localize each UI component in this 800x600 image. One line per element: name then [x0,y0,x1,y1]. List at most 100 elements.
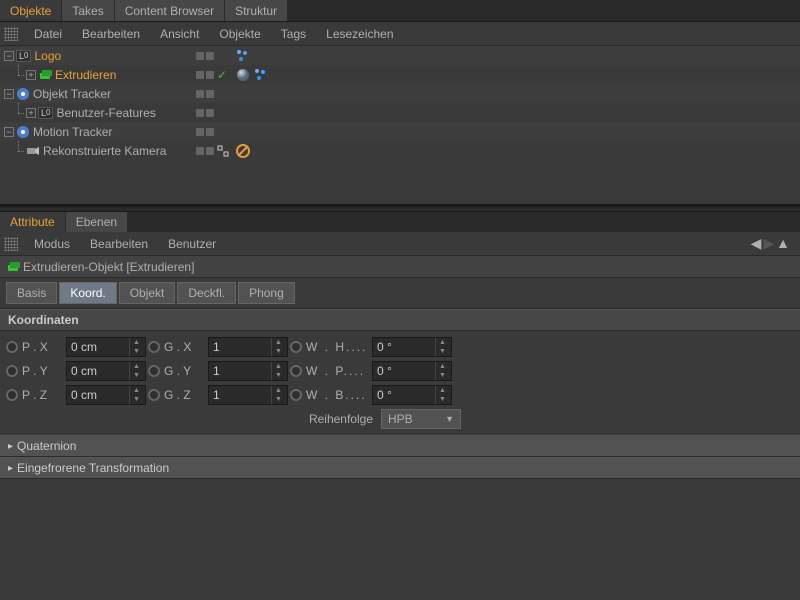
tab-attributes[interactable]: Attribute [0,212,66,232]
menu-edit[interactable]: Bearbeiten [72,23,150,45]
visibility-toggle-render[interactable] [206,128,214,136]
animate-toggle[interactable] [148,341,160,353]
expander-icon[interactable]: − [4,51,14,61]
visibility-toggle-editor[interactable] [196,90,204,98]
input-py[interactable] [67,364,129,378]
tab-takes[interactable]: Takes [62,0,114,21]
tab-structure[interactable]: Struktur [225,0,288,21]
tree-row-logo[interactable]: − L0 Logo [0,46,800,65]
section-quaternion[interactable]: Quaternion [0,435,800,457]
step-down-icon[interactable]: ▼ [130,371,143,380]
animate-toggle[interactable] [290,389,302,401]
menu-file[interactable]: Datei [24,23,72,45]
expander-icon[interactable]: − [4,127,14,137]
step-up-icon[interactable]: ▲ [130,338,143,347]
object-manager-menubar: Datei Bearbeiten Ansicht Objekte Tags Le… [0,22,800,46]
step-down-icon[interactable]: ▼ [272,395,285,404]
step-up-icon[interactable]: ▲ [272,386,285,395]
subtab-basis[interactable]: Basis [6,282,57,304]
input-wb[interactable] [373,388,435,402]
tree-label[interactable]: Extrudieren [55,68,116,82]
select-rotation-order[interactable]: HPB ▼ [381,409,461,429]
step-up-icon[interactable]: ▲ [436,386,449,395]
step-up-icon[interactable]: ▲ [130,386,143,395]
expander-icon[interactable]: − [4,89,14,99]
animate-toggle[interactable] [6,341,18,353]
input-wp[interactable] [373,364,435,378]
menu-edit[interactable]: Bearbeiten [80,233,158,255]
deny-icon[interactable] [236,144,250,158]
animate-toggle[interactable] [290,365,302,377]
visibility-toggle-editor[interactable] [196,52,204,60]
grip-icon[interactable] [4,237,18,251]
visibility-toggle-editor[interactable] [196,128,204,136]
subtab-phong[interactable]: Phong [238,282,295,304]
animate-toggle[interactable] [6,389,18,401]
visibility-toggle-editor[interactable] [196,109,204,117]
step-down-icon[interactable]: ▼ [436,371,449,380]
tree-label[interactable]: Logo [34,49,61,63]
step-up-icon[interactable]: ▲ [436,362,449,371]
visibility-toggle-editor[interactable] [196,71,204,79]
subtab-object[interactable]: Objekt [119,282,176,304]
subtab-coord[interactable]: Koord. [59,282,116,304]
tag-icon[interactable] [236,49,250,63]
sphere-tag-icon[interactable] [236,68,250,82]
tree-row-extrudieren[interactable]: + Extrudieren ✓ [0,65,800,84]
menu-bookmarks[interactable]: Lesezeichen [316,23,403,45]
expander-icon[interactable]: + [26,70,36,80]
step-down-icon[interactable]: ▼ [130,347,143,356]
nav-back-icon[interactable]: ◀ [751,235,762,252]
input-px[interactable] [67,340,129,354]
menu-tags[interactable]: Tags [271,23,316,45]
target-icon[interactable] [216,144,230,158]
animate-toggle[interactable] [290,341,302,353]
step-up-icon[interactable]: ▲ [130,362,143,371]
menu-mode[interactable]: Modus [24,233,80,255]
expander-icon[interactable]: + [26,108,36,118]
menu-user[interactable]: Benutzer [158,233,226,255]
visibility-toggle-render[interactable] [206,71,214,79]
step-up-icon[interactable]: ▲ [436,338,449,347]
tab-layers[interactable]: Ebenen [66,212,128,232]
step-down-icon[interactable]: ▼ [436,347,449,356]
check-icon[interactable]: ✓ [216,69,228,81]
step-down-icon[interactable]: ▼ [436,395,449,404]
step-down-icon[interactable]: ▼ [272,371,285,380]
animate-toggle[interactable] [148,389,160,401]
tree-label[interactable]: Motion Tracker [33,125,112,139]
visibility-toggle-render[interactable] [206,52,214,60]
tree-row-object-tracker[interactable]: − Objekt Tracker [0,84,800,103]
tree-row-motion-tracker[interactable]: − Motion Tracker [0,122,800,141]
tab-objects[interactable]: Objekte [0,0,62,21]
visibility-toggle-render[interactable] [206,147,214,155]
visibility-toggle-editor[interactable] [196,147,204,155]
grip-icon[interactable] [4,27,18,41]
step-down-icon[interactable]: ▼ [130,395,143,404]
animate-toggle[interactable] [148,365,160,377]
input-pz[interactable] [67,388,129,402]
input-gy[interactable] [209,364,271,378]
tree-label[interactable]: Objekt Tracker [33,87,111,101]
input-gx[interactable] [209,340,271,354]
input-wh[interactable] [373,340,435,354]
step-up-icon[interactable]: ▲ [272,362,285,371]
tag-icon[interactable] [254,68,268,82]
tree-label[interactable]: Benutzer-Features [56,106,155,120]
menu-objects[interactable]: Objekte [209,23,270,45]
subtab-caps[interactable]: Deckfl. [177,282,236,304]
step-down-icon[interactable]: ▼ [272,347,285,356]
input-gz[interactable] [209,388,271,402]
visibility-toggle-render[interactable] [206,109,214,117]
section-frozen-transform[interactable]: Eingefrorene Transformation [0,457,800,479]
nav-up-icon[interactable]: ▲ [776,235,790,252]
nav-forward-icon[interactable]: ▶ [763,235,774,252]
menu-view[interactable]: Ansicht [150,23,209,45]
tree-row-reconstructed-camera[interactable]: Rekonstruierte Kamera [0,141,800,160]
visibility-toggle-render[interactable] [206,90,214,98]
animate-toggle[interactable] [6,365,18,377]
tree-row-user-features[interactable]: + L0 Benutzer-Features [0,103,800,122]
tree-label[interactable]: Rekonstruierte Kamera [43,144,166,158]
step-up-icon[interactable]: ▲ [272,338,285,347]
tab-content-browser[interactable]: Content Browser [115,0,225,21]
